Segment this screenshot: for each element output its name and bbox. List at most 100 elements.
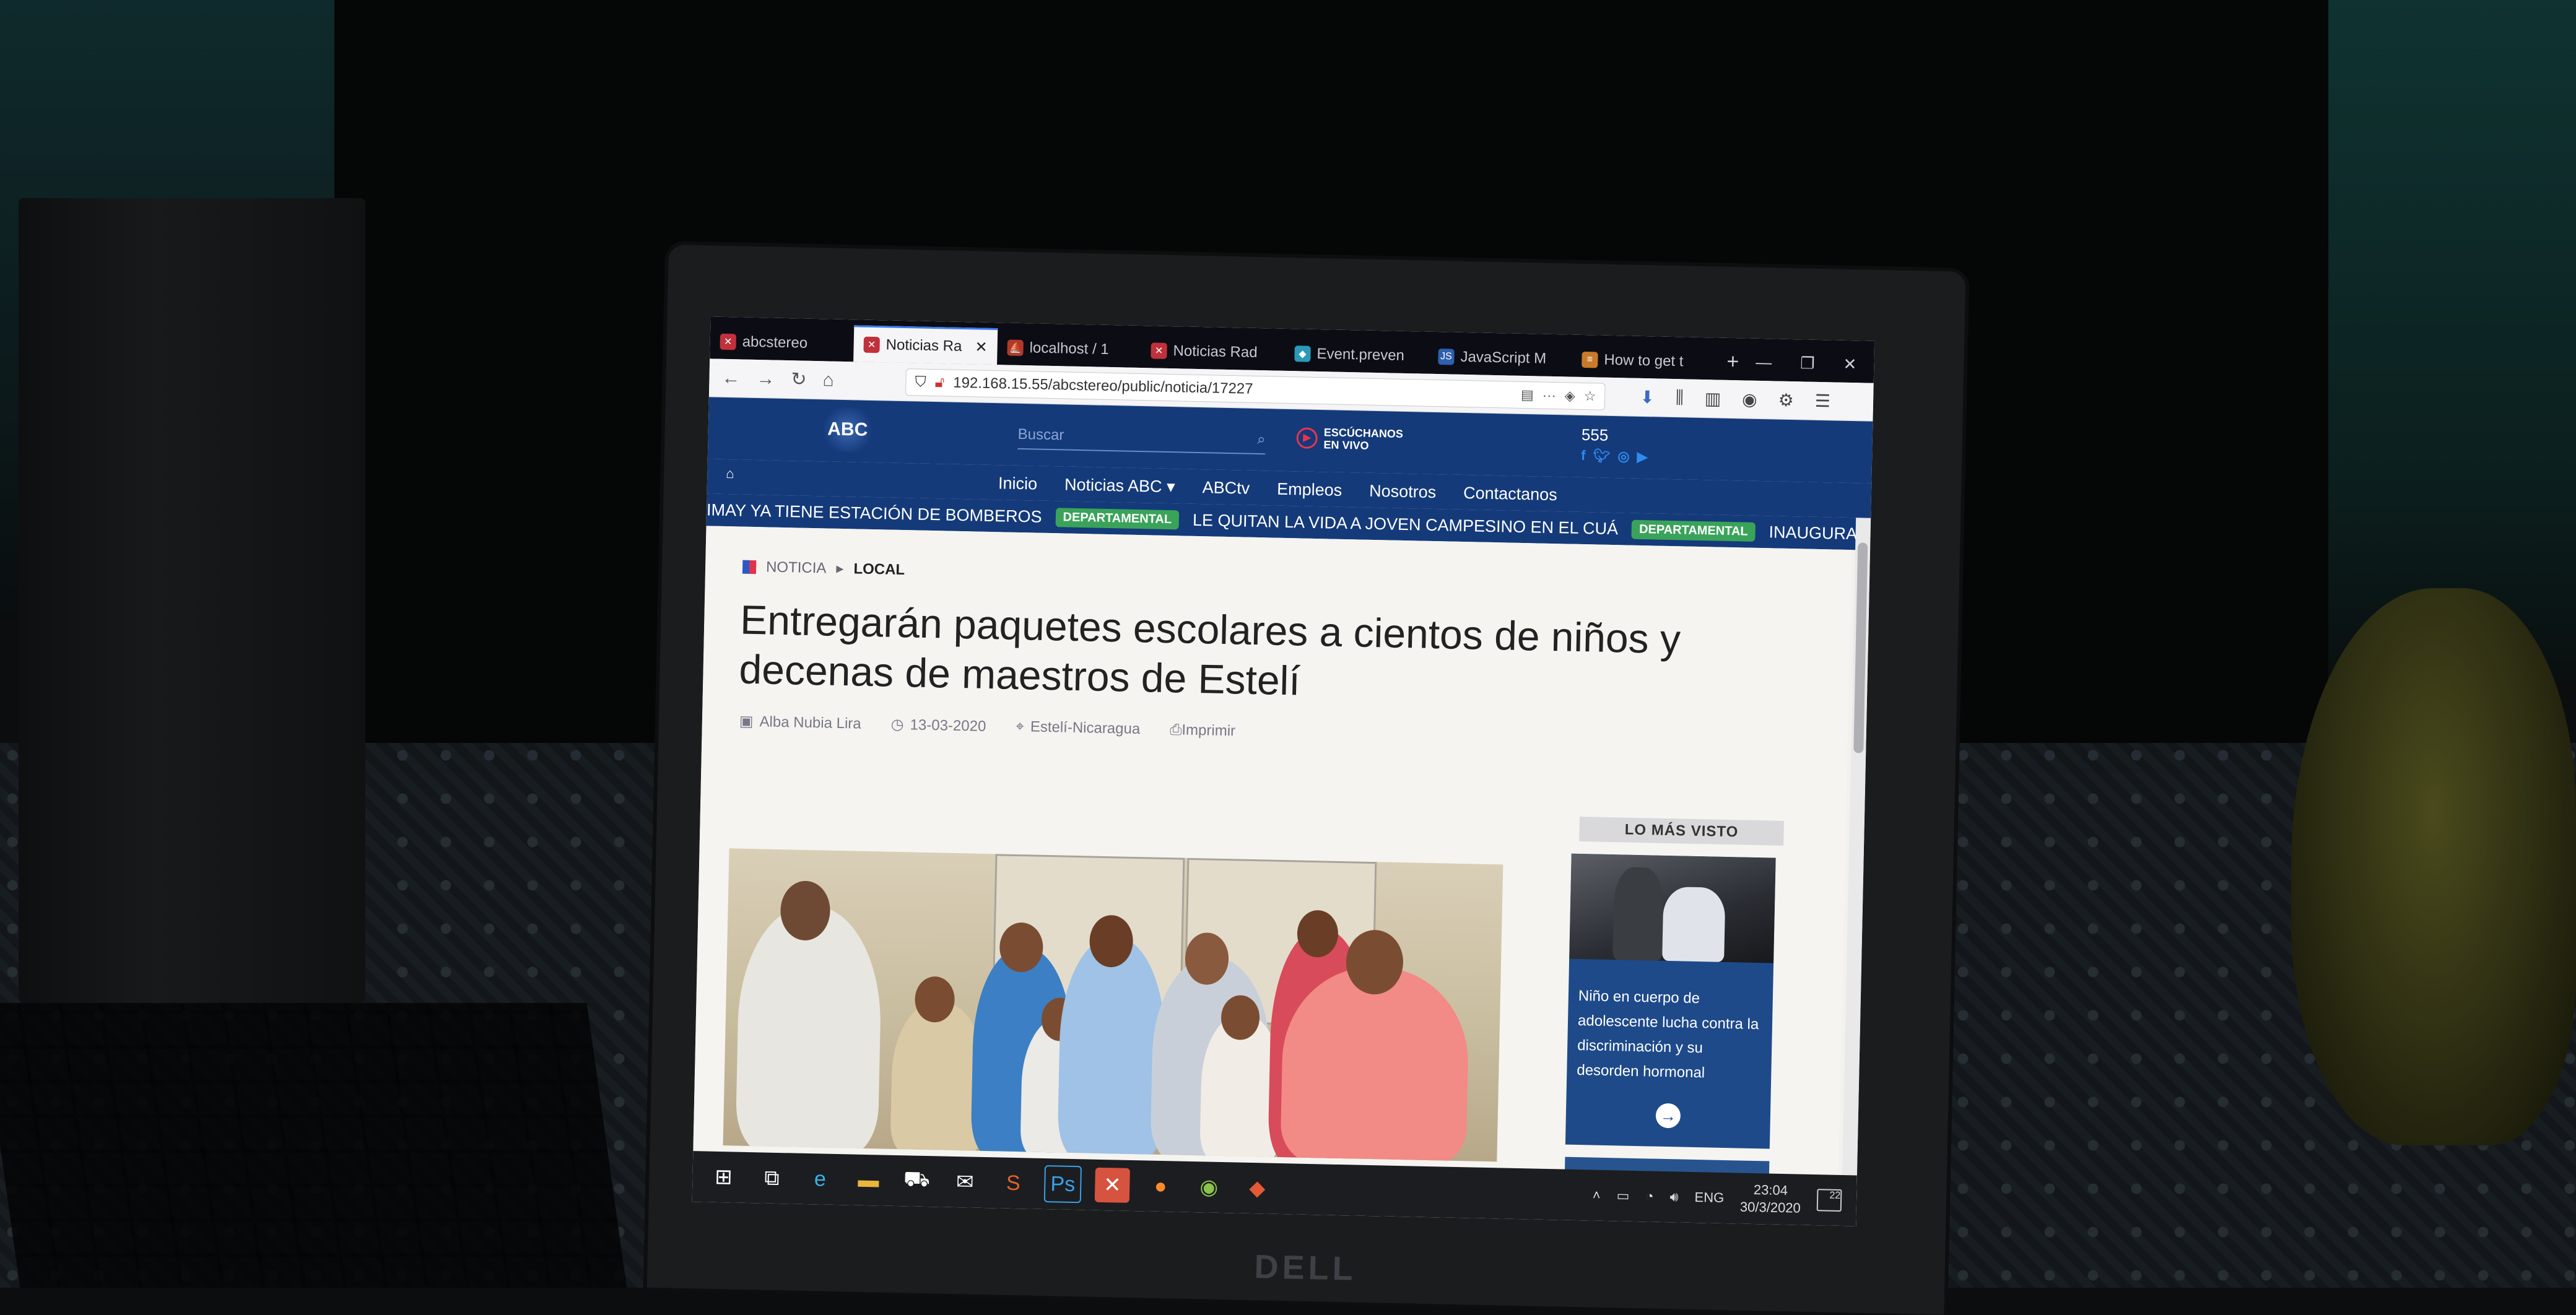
- volume-icon[interactable]: 🔊︎: [1669, 1189, 1678, 1205]
- pocket-icon[interactable]: ◈: [1565, 388, 1575, 404]
- printer-icon: ⎙: [1169, 721, 1182, 739]
- xampp-icon[interactable]: ✕: [1094, 1167, 1130, 1203]
- bookmark-star-icon[interactable]: ☆: [1583, 388, 1596, 404]
- arrow-right-icon[interactable]: →: [1655, 1103, 1681, 1129]
- article-photo: [723, 848, 1503, 1162]
- tab-event-prevent[interactable]: ◆ Event.preven: [1284, 336, 1429, 374]
- nav-item-noticias[interactable]: Noticias ABC ▾: [1064, 475, 1175, 497]
- tab-label: localhost / 1: [1029, 339, 1109, 358]
- task-view-icon[interactable]: ⧉: [754, 1160, 790, 1196]
- language-indicator[interactable]: ENG: [1694, 1189, 1724, 1206]
- clock-icon: ◷: [890, 716, 904, 734]
- card-image: [1569, 853, 1776, 963]
- mail-icon[interactable]: ✉: [947, 1165, 983, 1200]
- notification-center-icon[interactable]: 22: [1816, 1189, 1842, 1212]
- git-icon[interactable]: ◆: [1240, 1171, 1275, 1206]
- stackoverflow-icon: ≡: [1582, 351, 1598, 368]
- nav-item-noticias-label: Noticias ABC: [1064, 475, 1162, 496]
- new-tab-button[interactable]: +: [1715, 349, 1751, 380]
- facebook-icon[interactable]: f: [1581, 448, 1586, 464]
- tab-label: Noticias Rad: [1173, 342, 1258, 361]
- site-logo[interactable]: ABC: [819, 407, 876, 453]
- tab-label: Noticias Ra: [886, 336, 962, 355]
- laptop-screen: ✕ abcstereo ✕ Noticias Ra ✕ ⛵ localhost …: [692, 316, 1875, 1226]
- tab-noticias-rad[interactable]: ✕ Noticias Rad: [1141, 333, 1285, 371]
- photo-person: [1662, 886, 1726, 962]
- tab-noticias-active[interactable]: ✕ Noticias Ra ✕: [853, 325, 998, 365]
- search-input[interactable]: Buscar ⌕: [1017, 420, 1266, 455]
- forward-icon[interactable]: →: [756, 368, 775, 390]
- restore-icon[interactable]: ❐: [1800, 354, 1815, 373]
- twitter-icon[interactable]: 🐦︎: [1593, 448, 1610, 464]
- flag-icon: [742, 560, 757, 574]
- edge-icon[interactable]: e: [803, 1161, 838, 1197]
- tab-localhost[interactable]: ⛵ localhost / 1: [997, 330, 1141, 368]
- nav-item-empleos[interactable]: Empleos: [1277, 480, 1342, 500]
- url-text: 192.168.15.55/abcstereo/public/noticia/1…: [952, 374, 1253, 397]
- background-keyboard: [0, 1003, 627, 1288]
- sidebar-icon[interactable]: ▥: [1704, 388, 1721, 409]
- nav-item-inicio[interactable]: Inicio: [998, 474, 1038, 493]
- article-date: 13-03-2020: [910, 716, 986, 735]
- instagram-icon[interactable]: ◎: [1617, 448, 1630, 464]
- notification-count: 22: [1829, 1190, 1841, 1201]
- library-icon[interactable]: ⫼: [1676, 388, 1684, 408]
- nav-item-nosotros[interactable]: Nosotros: [1369, 482, 1437, 502]
- tab-javascript[interactable]: JS JavaScript M: [1428, 339, 1572, 377]
- wifi-icon[interactable]: ◔: [1645, 1188, 1654, 1204]
- page-actions-icon[interactable]: ···: [1543, 387, 1557, 403]
- youtube-icon[interactable]: ▶: [1637, 449, 1647, 465]
- tab-label: Event.preven: [1316, 345, 1405, 364]
- tab-abcstereo[interactable]: ✕ abcstereo: [710, 324, 854, 362]
- print-label: Imprimir: [1181, 721, 1236, 740]
- shield-icon: ⛉: [915, 373, 926, 391]
- play-icon: ▶: [1296, 427, 1318, 449]
- chevron-up-icon[interactable]: ˄: [1593, 1187, 1601, 1204]
- store-icon[interactable]: ⛟: [899, 1163, 934, 1199]
- firefox-icon[interactable]: ●: [1143, 1168, 1178, 1204]
- photoshop-icon[interactable]: Ps: [1043, 1165, 1082, 1204]
- battery-icon[interactable]: ▭: [1616, 1187, 1629, 1204]
- listen-live-button[interactable]: ▶ ESCÚCHANOS EN VIVO: [1296, 425, 1403, 453]
- nav-item-contactanos[interactable]: Contactanos: [1463, 484, 1557, 505]
- back-icon[interactable]: ←: [721, 367, 741, 389]
- reload-icon[interactable]: ↻: [791, 368, 807, 391]
- caret-right-icon: ▸: [836, 560, 844, 578]
- android-studio-icon[interactable]: ◉: [1191, 1170, 1227, 1205]
- js-icon: JS: [1438, 349, 1455, 365]
- photo-person: [735, 904, 883, 1155]
- extension-gear-icon[interactable]: ⚙: [1778, 390, 1794, 411]
- breadcrumb-category[interactable]: LOCAL: [853, 560, 905, 579]
- file-explorer-icon[interactable]: ▬: [851, 1163, 886, 1198]
- window-controls: — ❐ ✕: [1756, 353, 1874, 383]
- close-window-icon[interactable]: ✕: [1843, 355, 1856, 374]
- plastic-bag: [2291, 588, 2576, 1145]
- close-tab-icon[interactable]: ✕: [975, 338, 988, 356]
- phone-number: 555: [1581, 425, 1609, 445]
- minimize-icon[interactable]: —: [1756, 353, 1772, 373]
- tab-label: abcstereo: [742, 333, 808, 352]
- nav-item-abctv[interactable]: ABCtv: [1202, 478, 1250, 498]
- card-headline: Niño en cuerpo de adolescente lucha cont…: [1577, 987, 1759, 1082]
- search-icon[interactable]: ⌕: [1257, 431, 1266, 448]
- downloads-icon[interactable]: ⬇: [1640, 387, 1655, 407]
- site-icon: ✕: [720, 333, 737, 350]
- reader-view-icon[interactable]: ▤: [1521, 386, 1534, 402]
- laptop-bezel: DELL ✕ abcstereo ✕ Noticias Ra ✕ ⛵ local…: [646, 245, 1966, 1315]
- ticker-headline[interactable]: LE QUITAN LA VIDA A JOVEN CAMPESINO EN E…: [1193, 510, 1619, 538]
- scrollbar-thumb[interactable]: [1853, 542, 1868, 753]
- laptop-brand-logo: DELL: [1253, 1248, 1357, 1288]
- print-link[interactable]: ⎙Imprimir: [1170, 721, 1235, 740]
- small-logo[interactable]: ⌂: [726, 466, 751, 488]
- home-icon[interactable]: ⌂: [822, 370, 834, 391]
- account-icon[interactable]: ◉: [1742, 389, 1757, 410]
- ticker-headline[interactable]: IMAY YA TIENE ESTACIÓN DE BOMBEROS: [707, 500, 1042, 526]
- clock[interactable]: 23:04 30/3/2020: [1740, 1181, 1801, 1217]
- tab-how-to-get[interactable]: ≡ How to get t: [1572, 342, 1716, 380]
- listen-label-line2: EN VIVO: [1323, 438, 1369, 452]
- windows-start-icon[interactable]: ⊞: [706, 1160, 741, 1195]
- sublime-icon[interactable]: S: [996, 1165, 1031, 1200]
- breadcrumb-section[interactable]: NOTICIA: [766, 558, 827, 577]
- most-viewed-card[interactable]: Niño en cuerpo de adolescente lucha cont…: [1565, 853, 1776, 1149]
- menu-icon[interactable]: ☰: [1814, 391, 1830, 412]
